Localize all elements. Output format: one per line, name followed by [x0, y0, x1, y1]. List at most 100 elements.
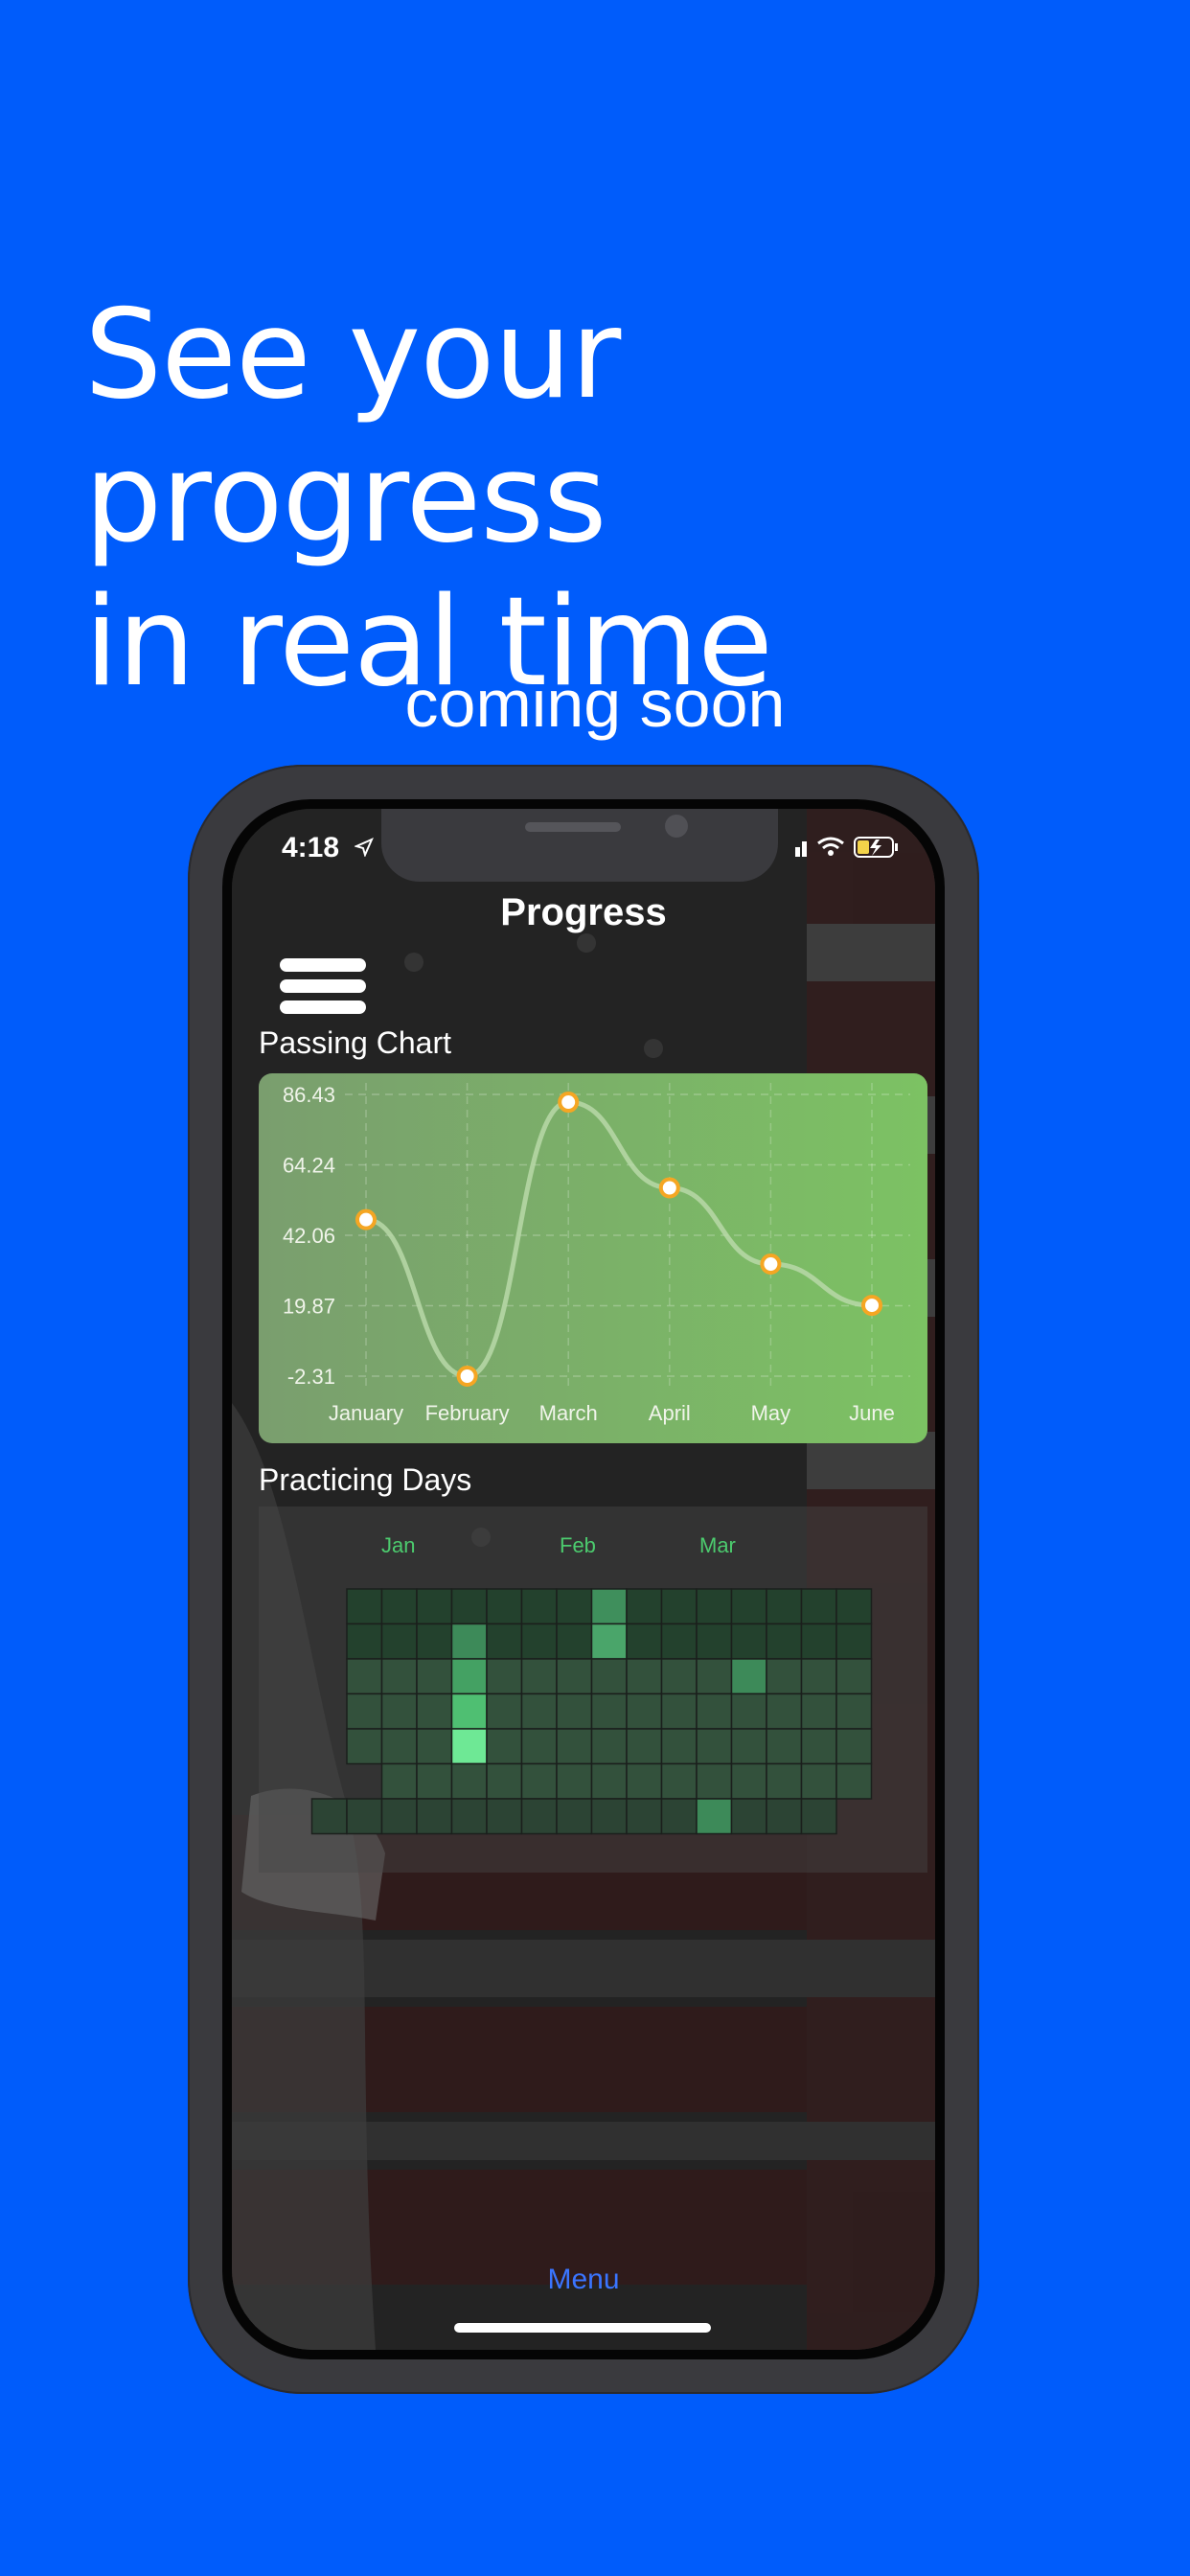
heatmap-day-cell[interactable] — [835, 1622, 873, 1660]
heatmap-day-cell[interactable] — [556, 1588, 593, 1625]
heatmap-day-cell[interactable] — [766, 1692, 803, 1730]
heatmap-day-cell[interactable] — [416, 1728, 453, 1765]
heatmap-day-cell[interactable] — [380, 1762, 418, 1800]
heatmap-day-cell[interactable] — [800, 1798, 837, 1835]
heatmap-day-cell[interactable] — [766, 1588, 803, 1625]
heatmap-day-cell[interactable] — [450, 1692, 488, 1730]
heatmap-day-cell[interactable] — [660, 1762, 698, 1800]
heatmap-day-cell[interactable] — [766, 1798, 803, 1835]
heatmap-day-cell[interactable] — [660, 1588, 698, 1625]
heatmap-day-cell[interactable] — [346, 1622, 383, 1660]
heatmap-day-cell[interactable] — [660, 1728, 698, 1765]
heatmap-day-cell[interactable] — [486, 1798, 523, 1835]
heatmap-day-cell[interactable] — [380, 1728, 418, 1765]
heatmap-day-cell[interactable] — [590, 1622, 628, 1660]
heatmap-day-cell[interactable] — [520, 1762, 558, 1800]
chart-data-point[interactable] — [760, 1254, 782, 1276]
chart-data-point[interactable] — [456, 1366, 478, 1387]
heatmap-day-cell[interactable] — [835, 1762, 873, 1800]
heatmap-day-cell[interactable] — [590, 1798, 628, 1835]
heatmap-day-cell[interactable] — [626, 1622, 663, 1660]
heatmap-day-cell[interactable] — [800, 1622, 837, 1660]
heatmap-day-cell[interactable] — [626, 1658, 663, 1695]
heatmap-day-cell[interactable] — [346, 1798, 383, 1835]
heatmap-day-cell[interactable] — [696, 1692, 733, 1730]
heatmap-day-cell[interactable] — [556, 1692, 593, 1730]
heatmap-day-cell[interactable] — [696, 1658, 733, 1695]
heatmap-day-cell[interactable] — [416, 1658, 453, 1695]
heatmap-day-cell[interactable] — [486, 1692, 523, 1730]
heatmap-day-cell[interactable] — [380, 1658, 418, 1695]
heatmap-day-cell[interactable] — [556, 1798, 593, 1835]
heatmap-day-cell[interactable] — [520, 1798, 558, 1835]
heatmap-day-cell[interactable] — [590, 1728, 628, 1765]
heatmap-day-cell[interactable] — [730, 1728, 767, 1765]
heatmap-day-cell[interactable] — [730, 1588, 767, 1625]
heatmap-day-cell[interactable] — [626, 1762, 663, 1800]
heatmap-day-cell[interactable] — [346, 1692, 383, 1730]
heatmap-day-cell[interactable] — [626, 1798, 663, 1835]
heatmap-day-cell[interactable] — [766, 1622, 803, 1660]
heatmap-day-cell[interactable] — [380, 1622, 418, 1660]
heatmap-day-cell[interactable] — [800, 1658, 837, 1695]
heatmap-day-cell[interactable] — [486, 1658, 523, 1695]
heatmap-day-cell[interactable] — [556, 1762, 593, 1800]
heatmap-day-cell[interactable] — [520, 1658, 558, 1695]
heatmap-day-cell[interactable] — [380, 1798, 418, 1835]
heatmap-day-cell[interactable] — [800, 1762, 837, 1800]
heatmap-day-cell[interactable] — [416, 1762, 453, 1800]
heatmap-day-cell[interactable] — [450, 1798, 488, 1835]
heatmap-day-cell[interactable] — [590, 1658, 628, 1695]
heatmap-day-cell[interactable] — [520, 1692, 558, 1730]
heatmap-day-cell[interactable] — [486, 1762, 523, 1800]
heatmap-day-cell[interactable] — [590, 1762, 628, 1800]
heatmap-day-cell[interactable] — [626, 1728, 663, 1765]
heatmap-day-cell[interactable] — [486, 1728, 523, 1765]
heatmap-day-cell[interactable] — [590, 1692, 628, 1730]
heatmap-day-cell[interactable] — [730, 1692, 767, 1730]
heatmap-day-cell[interactable] — [556, 1658, 593, 1695]
heatmap-day-cell[interactable] — [800, 1692, 837, 1730]
heatmap-day-cell[interactable] — [450, 1762, 488, 1800]
heatmap-day-cell[interactable] — [696, 1588, 733, 1625]
heatmap-day-cell[interactable] — [346, 1588, 383, 1625]
heatmap-day-cell[interactable] — [556, 1728, 593, 1765]
heatmap-day-cell[interactable] — [520, 1728, 558, 1765]
heatmap-day-cell[interactable] — [556, 1622, 593, 1660]
heatmap-day-cell[interactable] — [626, 1588, 663, 1625]
heatmap-day-cell[interactable] — [766, 1762, 803, 1800]
heatmap-day-cell[interactable] — [696, 1622, 733, 1660]
heatmap-day-cell[interactable] — [416, 1692, 453, 1730]
heatmap-day-cell[interactable] — [835, 1658, 873, 1695]
heatmap-day-cell[interactable] — [660, 1798, 698, 1835]
heatmap-day-cell[interactable] — [450, 1658, 488, 1695]
heatmap-day-cell[interactable] — [730, 1798, 767, 1835]
heatmap-day-cell[interactable] — [660, 1658, 698, 1695]
heatmap-day-cell[interactable] — [766, 1728, 803, 1765]
heatmap-day-cell[interactable] — [486, 1622, 523, 1660]
heatmap-day-cell[interactable] — [346, 1658, 383, 1695]
heatmap-day-cell[interactable] — [696, 1762, 733, 1800]
heatmap-day-cell[interactable] — [835, 1692, 873, 1730]
heatmap-day-cell[interactable] — [730, 1762, 767, 1800]
heatmap-day-cell[interactable] — [626, 1692, 663, 1730]
heatmap-day-cell[interactable] — [730, 1658, 767, 1695]
chart-data-point[interactable] — [658, 1177, 680, 1199]
hamburger-menu-icon[interactable] — [280, 958, 366, 1025]
heatmap-day-cell[interactable] — [416, 1622, 453, 1660]
chart-data-point[interactable] — [355, 1208, 377, 1230]
menu-tab[interactable]: Menu — [232, 2264, 935, 2296]
heatmap-day-cell[interactable] — [416, 1588, 453, 1625]
heatmap-day-cell[interactable] — [450, 1622, 488, 1660]
heatmap-day-cell[interactable] — [696, 1728, 733, 1765]
heatmap-day-cell[interactable] — [450, 1728, 488, 1765]
heatmap-day-cell[interactable] — [766, 1658, 803, 1695]
chart-data-point[interactable] — [558, 1092, 580, 1114]
heatmap-day-cell[interactable] — [416, 1798, 453, 1835]
heatmap-day-cell[interactable] — [346, 1728, 383, 1765]
heatmap-day-cell[interactable] — [380, 1588, 418, 1625]
heatmap-day-cell[interactable] — [730, 1622, 767, 1660]
heatmap-day-cell[interactable] — [835, 1588, 873, 1625]
heatmap-day-cell[interactable] — [660, 1692, 698, 1730]
heatmap-day-cell[interactable] — [800, 1728, 837, 1765]
